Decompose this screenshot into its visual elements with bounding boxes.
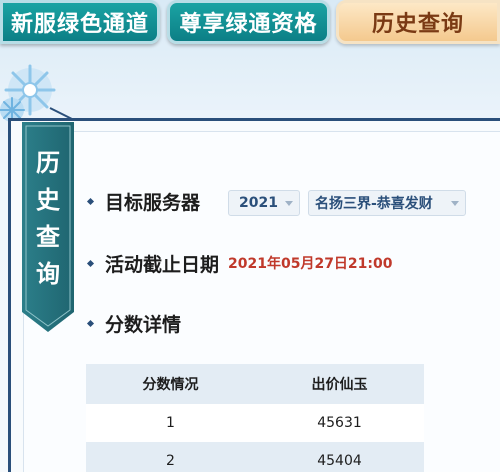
server-select[interactable]: 名扬三界-恭喜发财 <box>308 190 466 216</box>
ribbon-title: 历 史 查 询 <box>22 144 74 292</box>
score-table: 分数情况 出价仙玉 1 45631 2 45404 <box>86 364 424 472</box>
year-select[interactable]: 2021 <box>228 190 300 216</box>
table-cell-score: 2 <box>166 453 175 469</box>
table-cell-score: 1 <box>166 415 175 431</box>
table-cell-bid: 45631 <box>317 415 362 431</box>
year-select-value: 2021 <box>239 195 278 211</box>
deadline-value: 2021年05月27日21:00 <box>228 256 393 272</box>
table-row: 1 45631 <box>86 404 424 442</box>
bullet-icon <box>86 259 95 268</box>
score-details-label: 分数详情 <box>105 314 182 336</box>
section-title-ribbon: 历 史 查 询 <box>22 122 74 332</box>
server-select-value: 名扬三界-恭喜发财 <box>315 196 433 212</box>
ribbon-char: 历 <box>36 148 60 177</box>
target-server-label: 目标服务器 <box>105 192 201 214</box>
ribbon-char: 史 <box>36 185 60 214</box>
deadline-label: 活动截止日期 <box>105 254 220 276</box>
table-header-bid: 出价仙玉 <box>311 377 368 393</box>
table-header-score: 分数情况 <box>142 377 199 393</box>
deadline-row: 活动截止日期 <box>86 250 220 277</box>
tab-vip-green-qualification[interactable]: 尊享绿通资格 <box>167 0 330 44</box>
page: 新服绿色通道 尊享绿通资格 历史查询 历 史 查 询 目标服务器 2021 名扬… <box>0 0 500 472</box>
bullet-icon <box>86 319 95 328</box>
ribbon-char: 查 <box>36 222 60 251</box>
tab-bar: 新服绿色通道 尊享绿通资格 历史查询 <box>0 0 500 50</box>
tab-history-query[interactable]: 历史查询 <box>336 0 500 44</box>
table-cell-bid: 45404 <box>317 453 362 469</box>
table-header-row: 分数情况 出价仙玉 <box>86 364 424 404</box>
chevron-down-icon <box>451 200 459 206</box>
tab-new-server-green-channel[interactable]: 新服绿色通道 <box>0 0 160 44</box>
ribbon-char: 询 <box>36 259 60 288</box>
score-details-row: 分数详情 <box>86 310 182 337</box>
chevron-down-icon <box>285 200 293 206</box>
target-server-row: 目标服务器 <box>86 188 201 215</box>
table-row: 2 45404 <box>86 442 424 472</box>
bullet-icon <box>86 197 95 206</box>
